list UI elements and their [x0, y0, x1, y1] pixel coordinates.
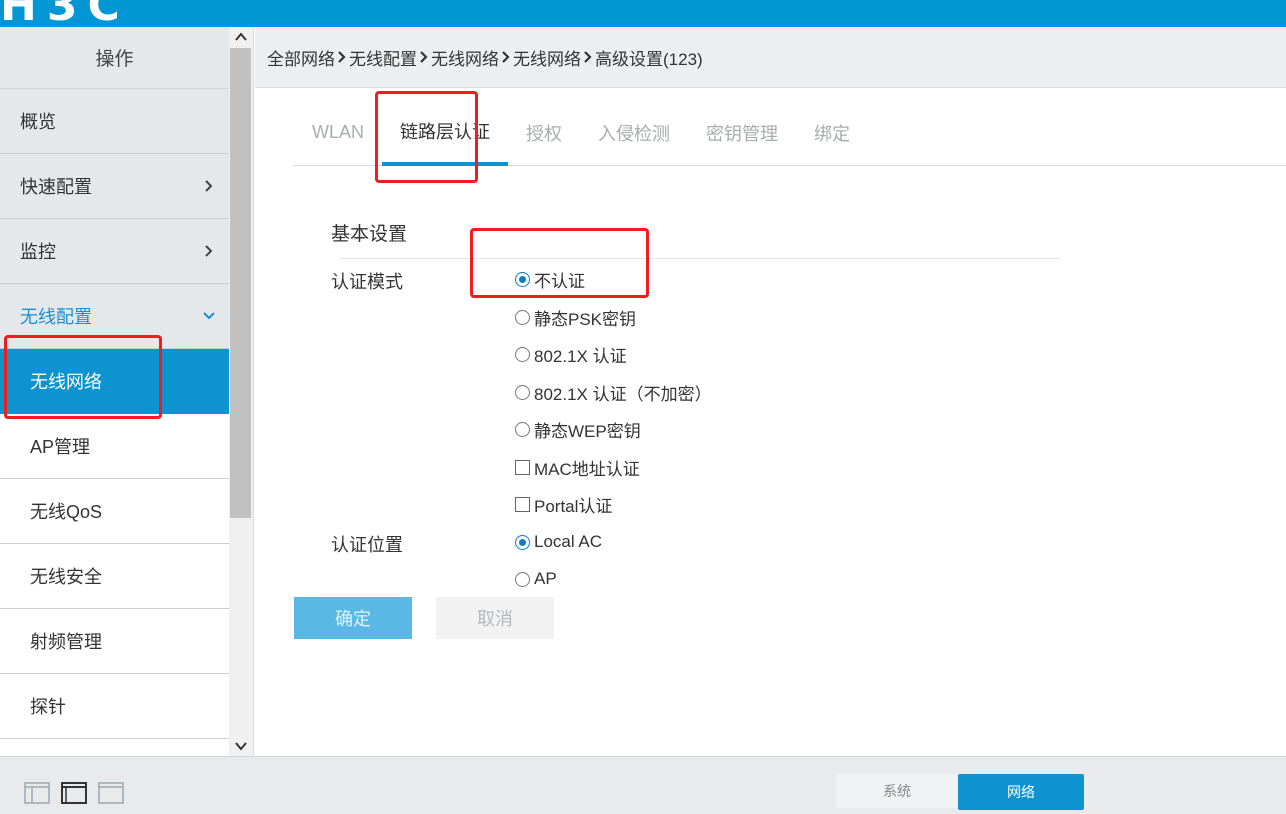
auth-mode-option-static-psk[interactable]: 静态PSK密钥 [515, 306, 637, 329]
radio-unchecked-icon[interactable] [515, 309, 530, 325]
ok-button[interactable]: 确定 [294, 597, 412, 639]
breadcrumb-separator-icon [420, 51, 428, 63]
bottom-bar: 系统 网络 [0, 756, 1286, 814]
sidebar-item-label: AP管理 [30, 437, 91, 457]
sidebar-subitem-wireless-qos[interactable]: 无线QoS [0, 479, 229, 544]
radio-unchecked-icon[interactable] [515, 571, 530, 587]
tab-wlan[interactable]: WLAN [294, 100, 382, 165]
option-label: 静态PSK密钥 [534, 309, 637, 329]
breadcrumb-separator-icon [502, 51, 510, 63]
sidebar-item-label: 无线QoS [30, 502, 103, 522]
breadcrumb: 全部网络 无线配置 无线网络 无线网络 高级设置(123) [255, 27, 1286, 88]
breadcrumb-item[interactable]: 无线网络 [513, 45, 581, 70]
option-label: Portal认证 [534, 496, 613, 516]
radio-unchecked-icon[interactable] [515, 384, 530, 400]
option-label: AP [534, 569, 557, 588]
sidebar-item-label: 监控 [20, 242, 56, 262]
auth-location-option-ap[interactable]: AP [515, 568, 557, 590]
tab-authorization[interactable]: 授权 [508, 100, 580, 165]
auth-mode-option-static-wep[interactable]: 静态WEP密钥 [515, 418, 641, 441]
section-divider [340, 258, 1060, 259]
sidebar-item-label: 探针 [30, 697, 66, 717]
auth-mode-label: 认证模式 [331, 272, 403, 292]
system-network-toggle: 系统 网络 [836, 774, 1084, 810]
scrollbar-thumb[interactable] [230, 48, 251, 518]
checkbox-unchecked-icon[interactable] [515, 496, 530, 512]
sidebar-item-label: 无线配置 [20, 307, 92, 327]
sidebar-subitem-radio-management[interactable]: 射频管理 [0, 609, 229, 674]
tab-intrusion-detection[interactable]: 入侵检测 [580, 100, 688, 165]
tab-key-management[interactable]: 密钥管理 [688, 100, 796, 165]
option-label: MAC地址认证 [534, 459, 640, 479]
top-header-bar: H3C [0, 0, 1286, 27]
option-label: 静态WEP密钥 [534, 421, 641, 441]
tab-binding[interactable]: 绑定 [796, 100, 868, 165]
option-label: Local AC [534, 532, 603, 551]
sidebar-item-label: 快速配置 [20, 177, 92, 197]
breadcrumb-current: 高级设置(123) [595, 49, 703, 69]
auth-location-option-local-ac[interactable]: Local AC [515, 531, 602, 553]
radio-unchecked-icon[interactable] [515, 421, 530, 437]
cancel-button[interactable]: 取消 [436, 597, 554, 639]
sidebar-item-monitor[interactable]: 监控 [0, 219, 229, 284]
checkbox-unchecked-icon[interactable] [515, 459, 530, 475]
radio-checked-icon[interactable] [515, 534, 530, 550]
scroll-up-arrow-icon[interactable] [229, 27, 253, 47]
breadcrumb-separator-icon [584, 51, 592, 63]
scroll-down-arrow-icon[interactable] [229, 736, 253, 756]
sidebar-subitem-probe[interactable]: 探针 [0, 674, 229, 739]
option-label: 802.1X 认证 [534, 346, 627, 366]
auth-mode-option-8021x-no-encrypt[interactable]: 802.1X 认证（不加密） [515, 381, 712, 404]
section-title: 基本设置 [331, 224, 408, 245]
breadcrumb-item[interactable]: 无线网络 [431, 45, 499, 70]
auth-location-label: 认证位置 [331, 535, 403, 555]
chevron-right-icon [205, 245, 213, 257]
chevron-right-icon [205, 180, 213, 192]
layout-full-icon[interactable] [61, 782, 87, 804]
sidebar-scrollbar[interactable] [229, 27, 253, 756]
annotation-box-tab [375, 91, 478, 183]
sidebar-item-label: 概览 [20, 112, 56, 132]
toggle-system-button[interactable]: 系统 [836, 774, 958, 808]
radio-unchecked-icon[interactable] [515, 346, 530, 362]
annotation-box-no-auth [470, 228, 649, 298]
layout-window-icon[interactable] [98, 782, 124, 804]
sidebar-subitem-wireless-security[interactable]: 无线安全 [0, 544, 229, 609]
chevron-down-icon [203, 312, 215, 320]
annotation-box-wireless-network [4, 335, 162, 419]
auth-mode-option-portal-auth[interactable]: Portal认证 [515, 493, 613, 516]
auth-mode-option-mac-auth[interactable]: MAC地址认证 [515, 456, 640, 479]
auth-mode-option-8021x[interactable]: 802.1X 认证 [515, 343, 627, 366]
toggle-network-button[interactable]: 网络 [958, 774, 1084, 810]
sidebar-title: 操作 [0, 27, 229, 89]
sidebar-item-quick-config[interactable]: 快速配置 [0, 154, 229, 219]
sidebar-item-label: 无线安全 [30, 567, 102, 587]
sidebar-item-overview[interactable]: 概览 [0, 89, 229, 154]
brand-logo: H3C [0, 0, 130, 27]
breadcrumb-separator-icon [338, 51, 346, 63]
breadcrumb-item[interactable]: 无线配置 [349, 45, 417, 70]
sidebar-subitem-ap-management[interactable]: AP管理 [0, 414, 229, 479]
option-label: 802.1X 认证（不加密） [534, 384, 712, 404]
layout-left-panel-icon[interactable] [24, 782, 50, 804]
sidebar-item-label: 射频管理 [30, 632, 102, 652]
breadcrumb-item[interactable]: 全部网络 [267, 45, 335, 70]
